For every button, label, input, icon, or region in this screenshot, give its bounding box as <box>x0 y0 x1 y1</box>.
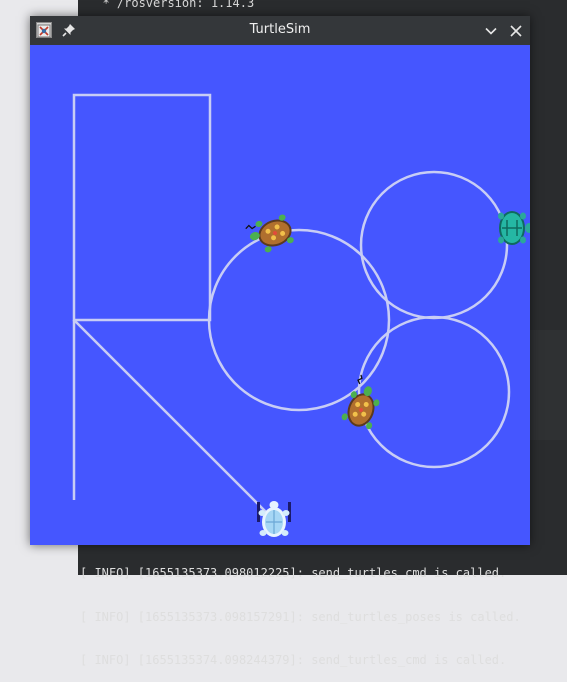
close-icon[interactable] <box>509 23 523 37</box>
terminal-top-line: * /rosversion: 1.14.3 <box>88 0 255 10</box>
chevron-down-icon[interactable] <box>484 23 498 37</box>
trail-diagonal-line <box>73 319 273 519</box>
terminal-log-line: [ INFO] [1655135374.098244379]: send_tur… <box>80 653 507 667</box>
turtle-canvas <box>30 45 530 545</box>
terminal-log-line: [ INFO] [1655135373.098012225]: send_tur… <box>80 566 507 580</box>
trail-circle-lower-right <box>357 315 511 469</box>
window-title: TurtleSim <box>249 22 311 37</box>
turtlesim-window: TurtleSim <box>30 16 530 545</box>
window-titlebar[interactable]: TurtleSim <box>30 16 530 45</box>
terminal-log: [ INFO] [1655135373.098012225]: send_tur… <box>80 537 560 682</box>
trail-rectangle <box>72 93 212 322</box>
trail-circle-upper-right <box>359 170 509 320</box>
terminal-log-line: [ INFO] [1655135373.098157291]: send_tur… <box>80 609 521 624</box>
turtle-trails <box>72 93 511 519</box>
